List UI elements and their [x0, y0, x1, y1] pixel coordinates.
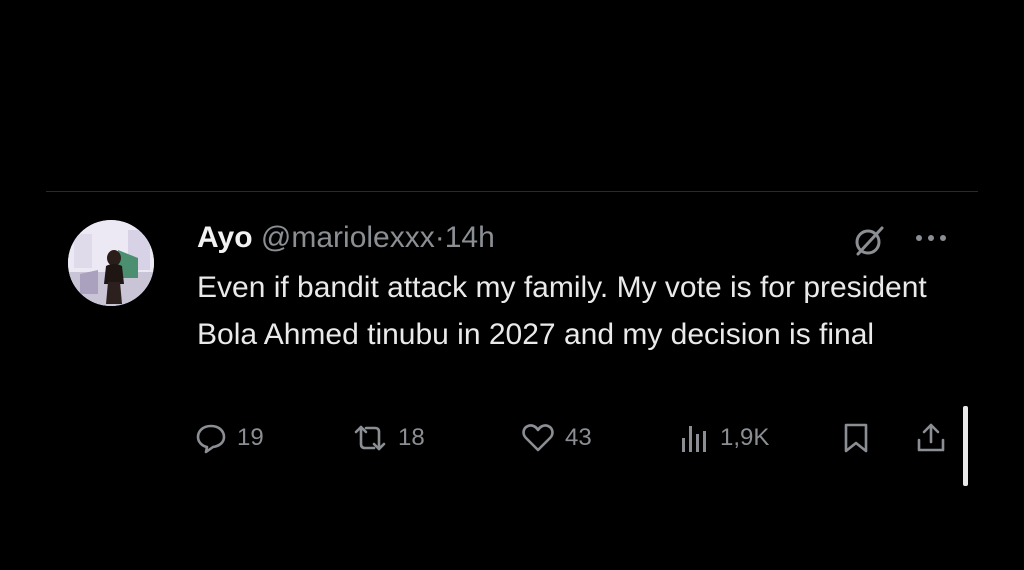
share-icon: [917, 423, 945, 452]
profile-photo-icon: [68, 220, 154, 306]
views-button[interactable]: 1,9K: [680, 420, 769, 456]
avatar[interactable]: [68, 220, 154, 306]
author-handle[interactable]: @mariolexxx: [261, 221, 435, 254]
tweet-text: Even if bandit attack my family. My vote…: [197, 271, 927, 351]
timestamp[interactable]: 14h: [445, 221, 495, 254]
reply-count: 19: [237, 424, 264, 451]
grok-icon[interactable]: [852, 224, 886, 258]
repost-button[interactable]: 18: [352, 420, 425, 456]
views-count: 1,9K: [720, 424, 770, 451]
author-name[interactable]: Ayo: [197, 221, 253, 254]
like-icon: [522, 424, 554, 452]
views-icon: [682, 426, 706, 452]
tweet-screenshot: Ayo @mariolexxx·14h Even if bandit attac…: [0, 0, 1024, 570]
like-button[interactable]: 43: [521, 420, 592, 456]
reply-button[interactable]: 19: [195, 420, 264, 456]
more-icon[interactable]: [914, 232, 948, 244]
bookmark-icon: [844, 423, 868, 453]
repost-count: 18: [398, 424, 425, 451]
reply-icon: [196, 424, 226, 454]
scrollbar[interactable]: [963, 406, 968, 486]
like-count: 43: [565, 424, 592, 451]
share-button[interactable]: [916, 420, 946, 456]
repost-icon: [354, 425, 386, 451]
tweet-header: Ayo @mariolexxx·14h: [197, 218, 495, 258]
divider: [46, 191, 978, 192]
separator-dot: ·: [434, 221, 445, 254]
bookmark-button[interactable]: [842, 420, 870, 456]
